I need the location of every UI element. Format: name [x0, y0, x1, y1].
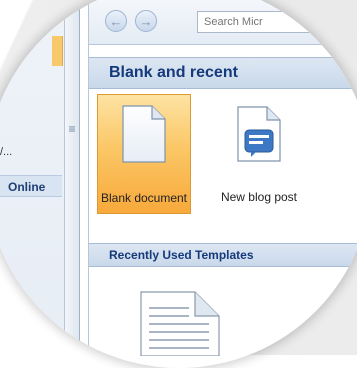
section-header-blank-and-recent: Blank and recent — [89, 57, 357, 89]
template-categories-pane: /... Online — [0, 0, 64, 355]
category-highlight — [52, 36, 63, 66]
search-field[interactable] — [197, 11, 347, 33]
toolbar: ← → — [89, 0, 357, 45]
category-truncated-item[interactable]: /... — [0, 146, 12, 158]
tile-blank-document[interactable]: Blank document — [97, 94, 191, 214]
forward-button[interactable]: → — [135, 10, 157, 32]
category-online-header: Online — [0, 175, 62, 197]
tile-new-blog-post[interactable]: New blog post — [199, 94, 319, 214]
templates-main-pane: ← → Blank and recent Blank doc — [88, 0, 357, 356]
tile-label: New blog post — [220, 190, 298, 204]
blank-document-icon — [122, 105, 166, 163]
back-button[interactable]: ← — [105, 10, 127, 32]
tile-label: Blank document — [100, 191, 188, 205]
blog-post-icon — [237, 106, 281, 162]
search-input[interactable] — [204, 16, 344, 28]
magnifier-lens: /... Online ≡ ← → Blank and recent — [0, 0, 357, 368]
pane-splitter[interactable]: ≡ — [64, 0, 80, 355]
section-header-recently-used-templates: Recently Used Templates — [89, 243, 357, 267]
splitter-grip-icon[interactable]: ≡ — [68, 122, 76, 136]
template-document-icon[interactable] — [137, 286, 223, 356]
